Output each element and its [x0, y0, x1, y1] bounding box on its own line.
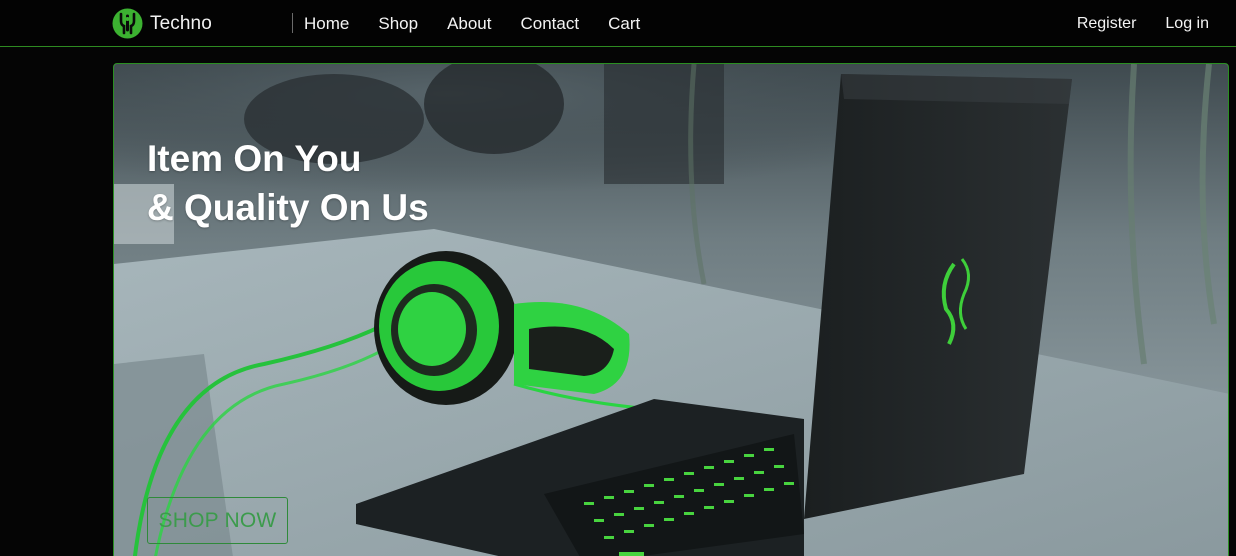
register-link[interactable]: Register: [1077, 15, 1137, 33]
brand-name: Techno: [150, 12, 212, 34]
hero-title-line-2: & Quality On Us: [147, 187, 429, 228]
nav-link-shop[interactable]: Shop: [378, 14, 418, 34]
auth-links: Register Log in: [1077, 0, 1209, 47]
nav-link-home[interactable]: Home: [304, 14, 349, 34]
nav-link-contact[interactable]: Contact: [521, 14, 580, 34]
nav-link-cart[interactable]: Cart: [608, 14, 640, 34]
brand[interactable]: Techno: [112, 8, 212, 39]
nav-link-about[interactable]: About: [447, 14, 491, 34]
shop-now-button[interactable]: SHOP NOW: [147, 497, 288, 544]
login-link[interactable]: Log in: [1165, 15, 1209, 33]
razer-snake-logo-icon: [112, 8, 143, 39]
navbar: Techno Home Shop About Contact Cart Regi…: [0, 0, 1236, 47]
hero-title-line-1: Item On You: [147, 138, 362, 179]
hero-title: Item On You & Quality On Us: [147, 134, 429, 232]
nav-divider: [292, 13, 293, 33]
hero-banner: Item On You & Quality On Us SHOP NOW: [113, 63, 1229, 556]
main-nav: Home Shop About Contact Cart: [304, 0, 640, 47]
